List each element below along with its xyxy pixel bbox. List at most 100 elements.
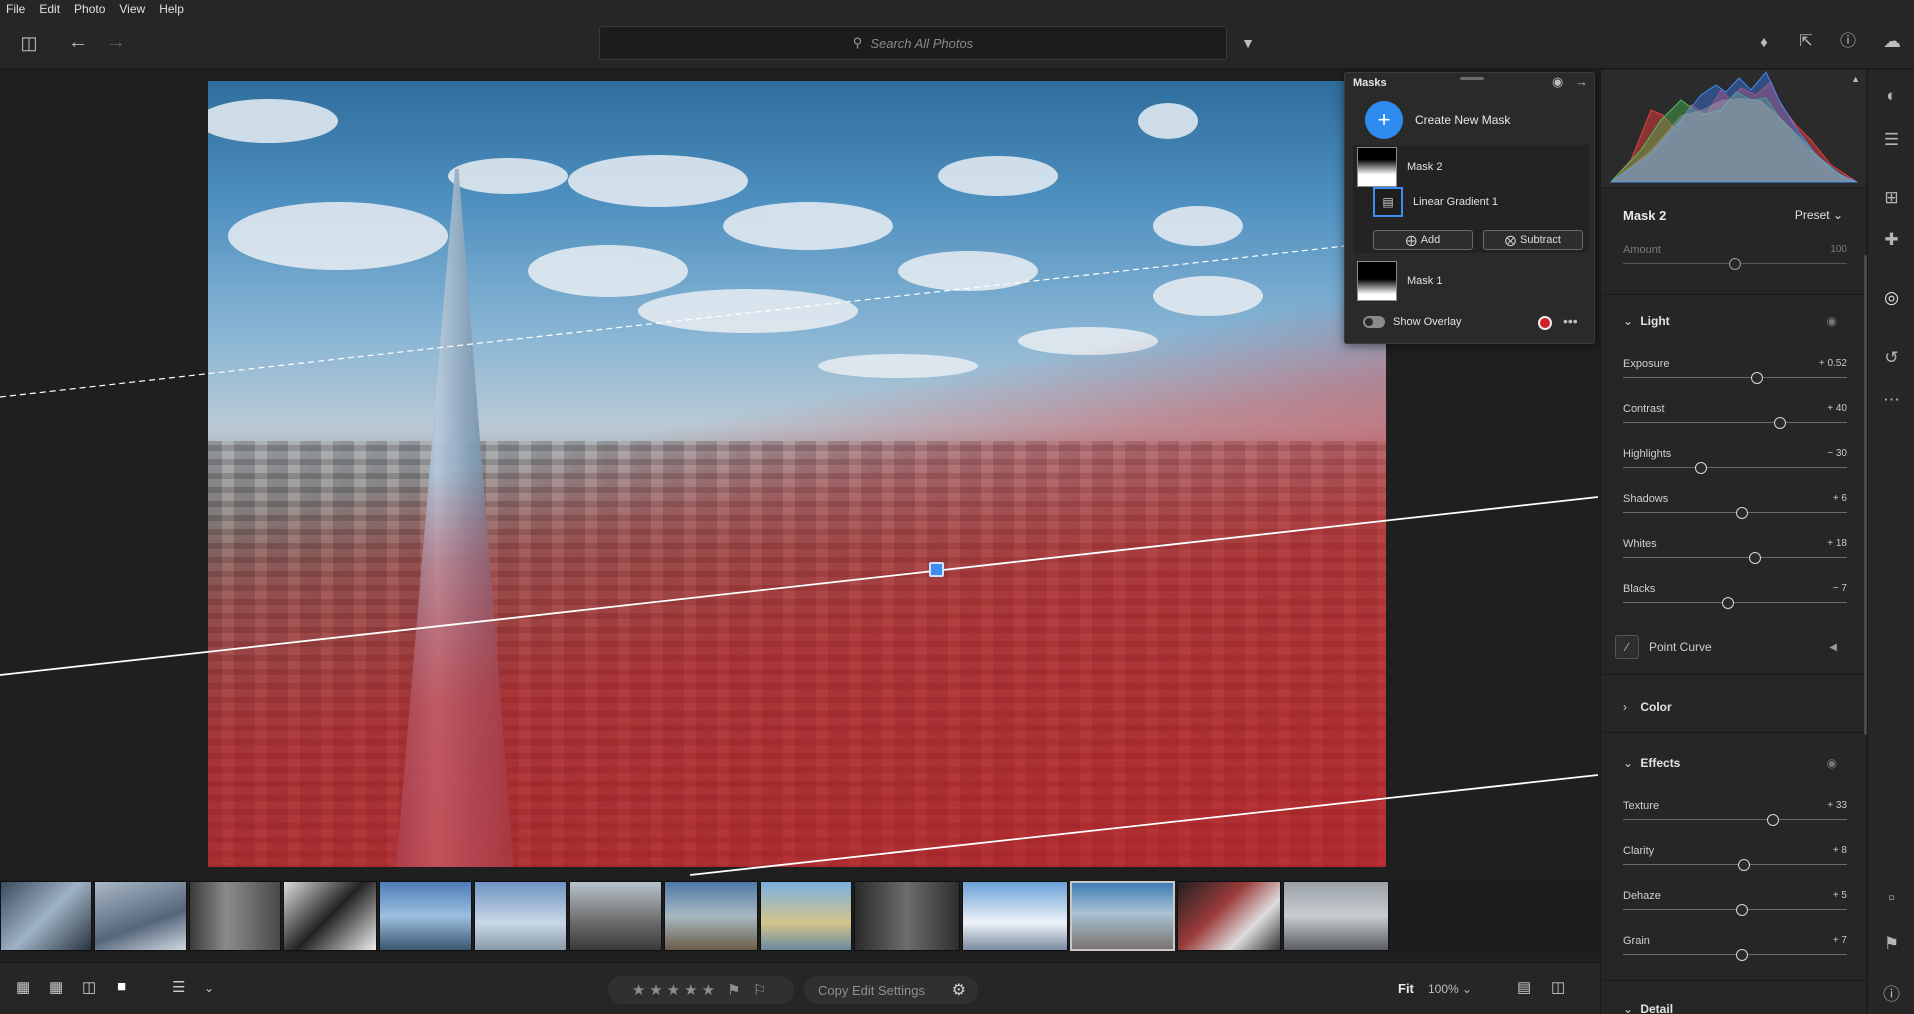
slider-knob[interactable] bbox=[1749, 552, 1762, 564]
filmstrip-thumb[interactable] bbox=[854, 881, 960, 951]
copy-edit-settings-button[interactable]: Copy Edit Settings bbox=[818, 983, 925, 998]
more-options-icon[interactable]: ••• bbox=[1563, 313, 1578, 329]
filmstrip-thumb[interactable] bbox=[760, 881, 852, 951]
share-icon[interactable]: ⇱ bbox=[1794, 32, 1818, 52]
tag-icon[interactable]: ⚑ bbox=[1868, 934, 1914, 954]
gear-icon[interactable]: ⚙ bbox=[952, 980, 966, 1000]
flag-icons[interactable]: ⚑ ⚐ bbox=[727, 981, 770, 999]
point-curve-row[interactable]: ∕ Point Curve ◀ bbox=[1615, 633, 1853, 661]
bell-icon[interactable]: ♦ bbox=[1752, 33, 1776, 53]
slider-knob[interactable] bbox=[1773, 417, 1786, 429]
section-light-header[interactable]: ⌄ Light ◉ bbox=[1623, 314, 1847, 334]
before-after-icon[interactable]: ▤ bbox=[1517, 978, 1531, 996]
slider-exposure[interactable]: Exposure + 0.52 bbox=[1623, 358, 1847, 394]
toggle-switch[interactable] bbox=[1363, 316, 1385, 328]
forward-arrow-icon[interactable]: → bbox=[104, 32, 128, 52]
menu-help[interactable]: Help bbox=[152, 2, 191, 16]
overlay-color-swatch[interactable] bbox=[1538, 316, 1552, 330]
mask-component-linear-gradient[interactable]: ▤ Linear Gradient 1 bbox=[1373, 187, 1601, 217]
edit-icon[interactable]: ◐ bbox=[1868, 86, 1914, 106]
slider-knob[interactable] bbox=[1722, 597, 1735, 609]
detail-view-icon[interactable]: ■ bbox=[117, 978, 126, 995]
compare-icon[interactable]: ◫ bbox=[1551, 978, 1565, 996]
slider-clarity[interactable]: Clarity + 8 bbox=[1623, 845, 1847, 881]
fit-zoom-button[interactable]: Fit bbox=[1398, 981, 1414, 996]
slider-knob[interactable] bbox=[1729, 258, 1741, 270]
slider-value: − 30 bbox=[1827, 448, 1847, 459]
histogram-clipping-icon[interactable]: ▲ bbox=[1851, 74, 1860, 84]
masks-panel: Masks ◉ → + Create New Mask Mask 2 ▤ Lin… bbox=[1344, 72, 1595, 344]
menu-photo[interactable]: Photo bbox=[67, 2, 112, 16]
back-arrow-icon[interactable]: ← bbox=[66, 32, 90, 52]
filmstrip-thumb[interactable] bbox=[569, 881, 662, 951]
eye-icon[interactable]: ◉ bbox=[1827, 314, 1837, 328]
mask-item-mask2[interactable]: Mask 2 bbox=[1357, 147, 1585, 187]
section-effects-header[interactable]: ⌄ Effects ◉ bbox=[1623, 756, 1847, 776]
zoom-level[interactable]: 100% ⌄ bbox=[1428, 982, 1472, 996]
sliders-icon[interactable]: ☰ bbox=[1868, 130, 1914, 150]
comment-icon[interactable]: ▫ bbox=[1868, 888, 1914, 908]
history-icon[interactable]: ↺ bbox=[1868, 348, 1914, 368]
subtract-button[interactable]: ⨂ Subtract bbox=[1483, 230, 1583, 250]
filmstrip-thumb[interactable] bbox=[283, 881, 377, 951]
masking-icon[interactable]: ◎ bbox=[1868, 288, 1914, 308]
slider-dehaze[interactable]: Dehaze + 5 bbox=[1623, 890, 1847, 926]
more-icon[interactable]: ⋯ bbox=[1868, 390, 1914, 410]
slider-knob[interactable] bbox=[1735, 904, 1748, 916]
masks-panel-drag-handle[interactable] bbox=[1460, 77, 1484, 80]
slider-knob[interactable] bbox=[1767, 814, 1780, 826]
grid-large-icon[interactable]: ▦ bbox=[49, 978, 63, 996]
slider-highlights[interactable]: Highlights − 30 bbox=[1623, 448, 1847, 484]
slider-knob[interactable] bbox=[1695, 462, 1708, 474]
menu-file[interactable]: File bbox=[0, 2, 32, 16]
slider-texture[interactable]: Texture + 33 bbox=[1623, 800, 1847, 836]
slider-knob[interactable] bbox=[1737, 859, 1750, 871]
panel-toggle-icon[interactable]: ◫ bbox=[17, 33, 41, 53]
add-button[interactable]: ⨁ Add bbox=[1373, 230, 1473, 250]
collapse-arrow-icon[interactable]: → bbox=[1575, 74, 1588, 89]
cloud-icon[interactable]: ☁ bbox=[1880, 31, 1904, 51]
slider-grain[interactable]: Grain + 7 bbox=[1623, 935, 1847, 971]
filmstrip-thumb[interactable] bbox=[189, 881, 281, 951]
slider-amount[interactable]: Amount 100 bbox=[1623, 244, 1847, 280]
mask-item-mask1[interactable]: Mask 1 bbox=[1357, 261, 1585, 301]
healing-icon[interactable]: ✚ bbox=[1868, 230, 1914, 250]
filmstrip-thumb[interactable] bbox=[962, 881, 1068, 951]
sort-icon[interactable]: ☰ bbox=[172, 978, 185, 996]
filmstrip-thumb[interactable] bbox=[474, 881, 567, 951]
slider-whites[interactable]: Whites + 18 bbox=[1623, 538, 1847, 574]
filmstrip-thumb[interactable] bbox=[0, 881, 92, 951]
show-overlay-toggle[interactable]: Show Overlay bbox=[1363, 316, 1461, 328]
chevron-down-icon[interactable]: ⌄ bbox=[204, 981, 214, 995]
slider-contrast[interactable]: Contrast + 40 bbox=[1623, 403, 1847, 439]
filmstrip-thumb[interactable] bbox=[664, 881, 758, 951]
filmstrip-thumb[interactable] bbox=[1177, 881, 1281, 951]
gradient-center-handle[interactable] bbox=[929, 562, 944, 577]
slider-blacks[interactable]: Blacks − 7 bbox=[1623, 583, 1847, 619]
crop-icon[interactable]: ⊞ bbox=[1868, 188, 1914, 208]
visibility-eye-icon[interactable]: ◉ bbox=[1552, 74, 1563, 89]
menu-edit[interactable]: Edit bbox=[32, 2, 67, 16]
star-rating[interactable]: ★★★★★ bbox=[632, 981, 719, 999]
info-icon[interactable]: ⓘ bbox=[1868, 980, 1914, 1005]
create-new-mask-button[interactable]: + Create New Mask bbox=[1365, 101, 1510, 139]
search-input[interactable]: ⚲ Search All Photos bbox=[599, 26, 1227, 60]
eye-icon[interactable]: ◉ bbox=[1827, 756, 1837, 770]
chevron-down-icon: ⌄ bbox=[1623, 756, 1634, 770]
filter-icon[interactable]: ▼ bbox=[1236, 33, 1260, 53]
square-grid-icon[interactable]: ◫ bbox=[82, 978, 96, 996]
filmstrip-thumb[interactable] bbox=[1283, 881, 1389, 951]
filmstrip-thumb-selected[interactable] bbox=[1070, 881, 1175, 951]
help-icon[interactable]: ⓘ bbox=[1836, 32, 1860, 52]
filmstrip-thumb[interactable] bbox=[94, 881, 187, 951]
slider-knob[interactable] bbox=[1735, 949, 1748, 961]
filmstrip-thumb[interactable] bbox=[379, 881, 472, 951]
section-detail-header[interactable]: ⌄ Detail bbox=[1623, 1002, 1847, 1014]
section-color-header[interactable]: › Color bbox=[1623, 700, 1847, 720]
slider-knob[interactable] bbox=[1751, 372, 1764, 384]
slider-knob[interactable] bbox=[1735, 507, 1748, 519]
preset-dropdown[interactable]: Preset ⌄ bbox=[1795, 208, 1843, 222]
slider-shadows[interactable]: Shadows + 6 bbox=[1623, 493, 1847, 529]
menu-view[interactable]: View bbox=[112, 2, 152, 16]
grid-small-icon[interactable]: ▦ bbox=[16, 978, 30, 996]
